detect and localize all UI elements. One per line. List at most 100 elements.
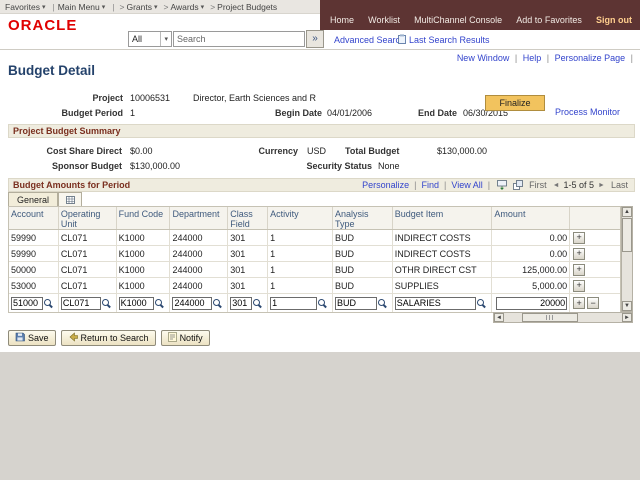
save-button[interactable]: Save bbox=[8, 330, 56, 346]
zoom-grid-icon[interactable] bbox=[513, 180, 523, 190]
analysis-type-input[interactable] bbox=[334, 296, 377, 310]
lookup-icon[interactable] bbox=[155, 299, 163, 307]
search-go-button[interactable]: » bbox=[306, 30, 324, 48]
class-field-cell: 301 bbox=[228, 278, 269, 293]
amount-cell: 0.00 bbox=[492, 230, 571, 245]
home-link[interactable]: Home bbox=[330, 15, 354, 25]
search-scope-select[interactable]: All ▾ bbox=[128, 31, 172, 47]
add-row-button[interactable]: + bbox=[573, 279, 586, 292]
add-row-button[interactable]: + bbox=[573, 263, 586, 276]
finalize-button[interactable]: Finalize bbox=[485, 95, 545, 111]
fund-code-cell: K1000 bbox=[117, 278, 171, 293]
scroll-down-icon[interactable]: ▼ bbox=[622, 301, 632, 311]
budget-period-label: Budget Period bbox=[61, 108, 123, 118]
fund-code-input[interactable] bbox=[118, 296, 155, 310]
search-input[interactable] bbox=[173, 31, 305, 47]
lookup-icon[interactable] bbox=[101, 299, 110, 307]
budget-item-input[interactable] bbox=[394, 296, 477, 310]
account-input[interactable] bbox=[11, 296, 43, 310]
amount-input[interactable] bbox=[496, 296, 568, 310]
class-field-cell bbox=[228, 294, 269, 312]
budget-item-cell: INDIRECT COSTS bbox=[393, 230, 493, 245]
delete-row-button[interactable]: − bbox=[587, 297, 600, 309]
horizontal-scroll-thumb[interactable] bbox=[522, 313, 578, 322]
department-input[interactable] bbox=[172, 296, 213, 310]
personalize-link[interactable]: Personalize bbox=[362, 180, 409, 190]
grid-row: 59990 CL071 K1000 244000 301 1 BUD INDIR… bbox=[9, 230, 620, 246]
new-window-link[interactable]: New Window bbox=[457, 53, 510, 63]
end-date-label: End Date bbox=[417, 108, 457, 118]
find-link[interactable]: Find bbox=[422, 180, 440, 190]
grid-vertical-scrollbar[interactable]: ▲ ▼ bbox=[621, 206, 633, 312]
breadcrumb-awards[interactable]: Awards ▾ bbox=[170, 2, 204, 12]
lookup-icon[interactable] bbox=[377, 299, 386, 307]
multichannel-console-link[interactable]: MultiChannel Console bbox=[414, 15, 502, 25]
column-header[interactable]: Budget Item bbox=[393, 207, 493, 229]
column-header[interactable]: Activity bbox=[268, 207, 333, 229]
search-scope-value: All bbox=[132, 34, 143, 44]
column-header[interactable]: Fund Code bbox=[117, 207, 171, 229]
add-row-button[interactable]: + bbox=[573, 297, 586, 309]
grid-horizontal-scrollbar[interactable]: ◄ ► bbox=[493, 312, 633, 323]
operating-unit-input[interactable] bbox=[60, 296, 101, 310]
grid-toolbar: Personalize | Find | View All | First ◄ … bbox=[362, 180, 630, 190]
worklist-link[interactable]: Worklist bbox=[368, 15, 400, 25]
view-all-link[interactable]: View All bbox=[451, 180, 482, 190]
last-search-results-icon bbox=[398, 34, 406, 46]
favorites-menu[interactable]: Favorites ▾ bbox=[5, 2, 45, 12]
sponsor-budget-label: Sponsor Budget bbox=[52, 161, 122, 171]
column-header[interactable]: Operating Unit bbox=[59, 207, 117, 229]
activity-input[interactable] bbox=[270, 296, 317, 310]
last-search-results-link[interactable]: Last Search Results bbox=[409, 35, 490, 45]
column-header[interactable]: Department bbox=[170, 207, 229, 229]
breadcrumb-arrow: > bbox=[163, 1, 169, 12]
process-monitor-link[interactable]: Process Monitor bbox=[555, 107, 620, 117]
favorites-label: Favorites bbox=[5, 1, 40, 12]
scroll-up-icon[interactable]: ▲ bbox=[622, 207, 632, 217]
lookup-icon[interactable] bbox=[253, 299, 261, 307]
breadcrumb-grants[interactable]: Grants ▾ bbox=[126, 2, 157, 12]
breadcrumb-project-budgets[interactable]: Project Budgets bbox=[217, 2, 277, 12]
notify-button[interactable]: Notify bbox=[160, 330, 210, 346]
grid-edit-row: + − bbox=[9, 294, 620, 312]
department-cell bbox=[170, 294, 229, 312]
add-to-favorites-link[interactable]: Add to Favorites bbox=[516, 15, 582, 25]
return-to-search-button[interactable]: Return to Search bbox=[60, 330, 156, 346]
scroll-right-icon[interactable]: ► bbox=[622, 313, 632, 322]
download-grid-icon[interactable] bbox=[497, 180, 507, 190]
main-menu[interactable]: Main Menu ▾ bbox=[58, 2, 106, 12]
grid-tabs: General bbox=[8, 192, 83, 206]
account-cell: 59990 bbox=[9, 246, 59, 261]
column-header[interactable]: Amount bbox=[492, 207, 571, 229]
lookup-icon[interactable] bbox=[317, 299, 326, 307]
security-status-label: Security Status bbox=[306, 161, 372, 171]
column-header[interactable]: Class Field bbox=[228, 207, 269, 229]
column-header[interactable]: Account bbox=[9, 207, 59, 229]
grid-body: 59990 CL071 K1000 244000 301 1 BUD INDIR… bbox=[8, 230, 621, 313]
vertical-scroll-thumb[interactable] bbox=[622, 218, 632, 252]
add-row-button[interactable]: + bbox=[573, 231, 586, 244]
help-link[interactable]: Help bbox=[523, 53, 542, 63]
account-cell: 50000 bbox=[9, 262, 59, 277]
class-field-input[interactable] bbox=[230, 296, 253, 310]
total-budget-label: Total Budget bbox=[345, 146, 400, 156]
column-header-actions bbox=[570, 207, 620, 229]
budget-item-cell bbox=[393, 294, 493, 312]
scroll-left-icon[interactable]: ◄ bbox=[494, 313, 504, 322]
sign-out-link[interactable]: Sign out bbox=[596, 15, 632, 25]
thumb-grip bbox=[545, 315, 555, 320]
pager-prev-icon[interactable]: ◄ bbox=[553, 182, 560, 189]
pager-first[interactable]: First bbox=[529, 180, 547, 190]
advanced-search-link[interactable]: Advanced Search bbox=[334, 35, 405, 45]
show-all-columns-tab[interactable] bbox=[58, 192, 83, 206]
pager-last[interactable]: Last bbox=[611, 180, 628, 190]
pager-next-icon[interactable]: ► bbox=[598, 182, 605, 189]
lookup-icon[interactable] bbox=[477, 299, 485, 307]
separator: | bbox=[546, 53, 550, 63]
add-row-button[interactable]: + bbox=[573, 247, 586, 260]
personalize-page-link[interactable]: Personalize Page bbox=[555, 53, 626, 63]
lookup-icon[interactable] bbox=[43, 299, 52, 307]
lookup-icon[interactable] bbox=[213, 299, 221, 307]
tab-general[interactable]: General bbox=[8, 192, 59, 206]
column-header[interactable]: Analysis Type bbox=[333, 207, 393, 229]
